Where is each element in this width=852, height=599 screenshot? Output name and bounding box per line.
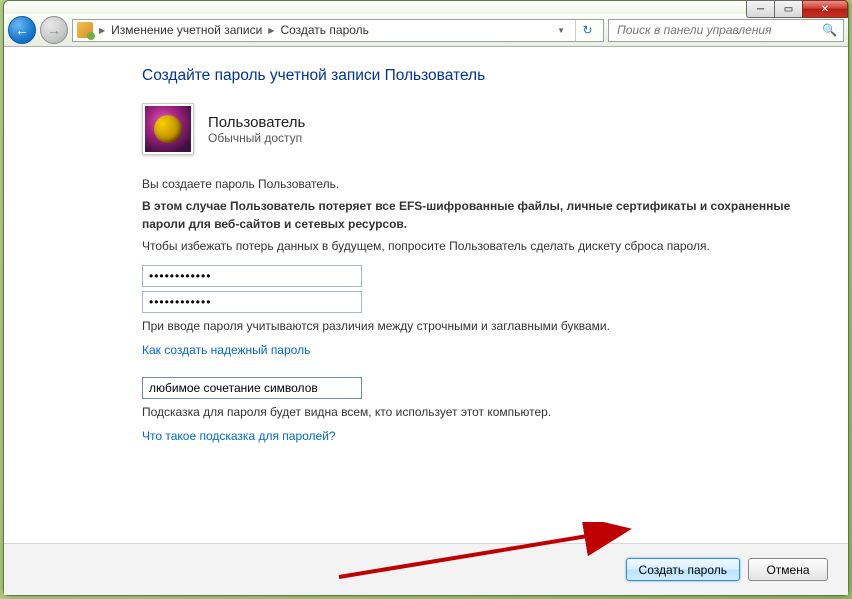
footer-bar: Создать пароль Отмена xyxy=(4,543,848,595)
maximize-button[interactable]: ▭ xyxy=(774,0,803,18)
user-summary: Пользователь Обычный доступ xyxy=(142,103,810,155)
password-inputs xyxy=(142,265,810,313)
info-line: Вы создаете пароль Пользователь. xyxy=(142,175,810,193)
chevron-down-icon[interactable]: ▼ xyxy=(553,26,569,35)
breadcrumb-item[interactable]: Создать пароль xyxy=(280,23,368,37)
new-password-input[interactable] xyxy=(142,265,362,287)
content-area: Создайте пароль учетной записи Пользоват… xyxy=(4,47,848,595)
case-sensitivity-note: При вводе пароля учитываются различия ме… xyxy=(142,317,810,335)
titlebar: ─ ▭ ✕ xyxy=(4,1,848,14)
window-frame: ─ ▭ ✕ ← → ▶ Изменение учетной записи ▶ С… xyxy=(3,0,849,596)
page-title: Создайте пароль учетной записи Пользоват… xyxy=(142,67,810,85)
warning-line: В этом случае Пользователь потеряет все … xyxy=(142,197,810,233)
password-hint-input[interactable] xyxy=(142,377,362,399)
search-input[interactable] xyxy=(615,22,822,38)
info-line: Чтобы избежать потерь данных в будущем, … xyxy=(142,237,810,255)
avatar xyxy=(142,103,194,155)
nav-back-button[interactable]: ← xyxy=(8,16,36,44)
minimize-button[interactable]: ─ xyxy=(746,0,775,18)
window-controls: ─ ▭ ✕ xyxy=(747,0,848,18)
control-panel-icon xyxy=(77,22,93,38)
search-icon[interactable]: 🔍 xyxy=(822,23,837,37)
nav-forward-button[interactable]: → xyxy=(40,16,68,44)
breadcrumb-item[interactable]: Изменение учетной записи xyxy=(111,23,262,37)
avatar-image xyxy=(145,106,191,152)
toolbar: ← → ▶ Изменение учетной записи ▶ Создать… xyxy=(4,14,848,47)
confirm-password-input[interactable] xyxy=(142,291,362,313)
user-name-label: Пользователь xyxy=(208,114,305,131)
close-button[interactable]: ✕ xyxy=(802,0,848,18)
refresh-button[interactable]: ↻ xyxy=(575,20,599,41)
user-type-label: Обычный доступ xyxy=(208,131,305,145)
create-password-button[interactable]: Создать пароль xyxy=(626,558,740,581)
strong-password-link[interactable]: Как создать надежный пароль xyxy=(142,343,310,357)
chevron-right-icon: ▶ xyxy=(268,26,274,35)
cancel-button[interactable]: Отмена xyxy=(748,558,828,581)
hint-help-link[interactable]: Что такое подсказка для паролей? xyxy=(142,429,336,443)
search-box[interactable]: 🔍 xyxy=(608,19,844,42)
chevron-right-icon: ▶ xyxy=(99,26,105,35)
hint-visibility-note: Подсказка для пароля будет видна всем, к… xyxy=(142,403,810,421)
address-bar[interactable]: ▶ Изменение учетной записи ▶ Создать пар… xyxy=(72,19,604,42)
